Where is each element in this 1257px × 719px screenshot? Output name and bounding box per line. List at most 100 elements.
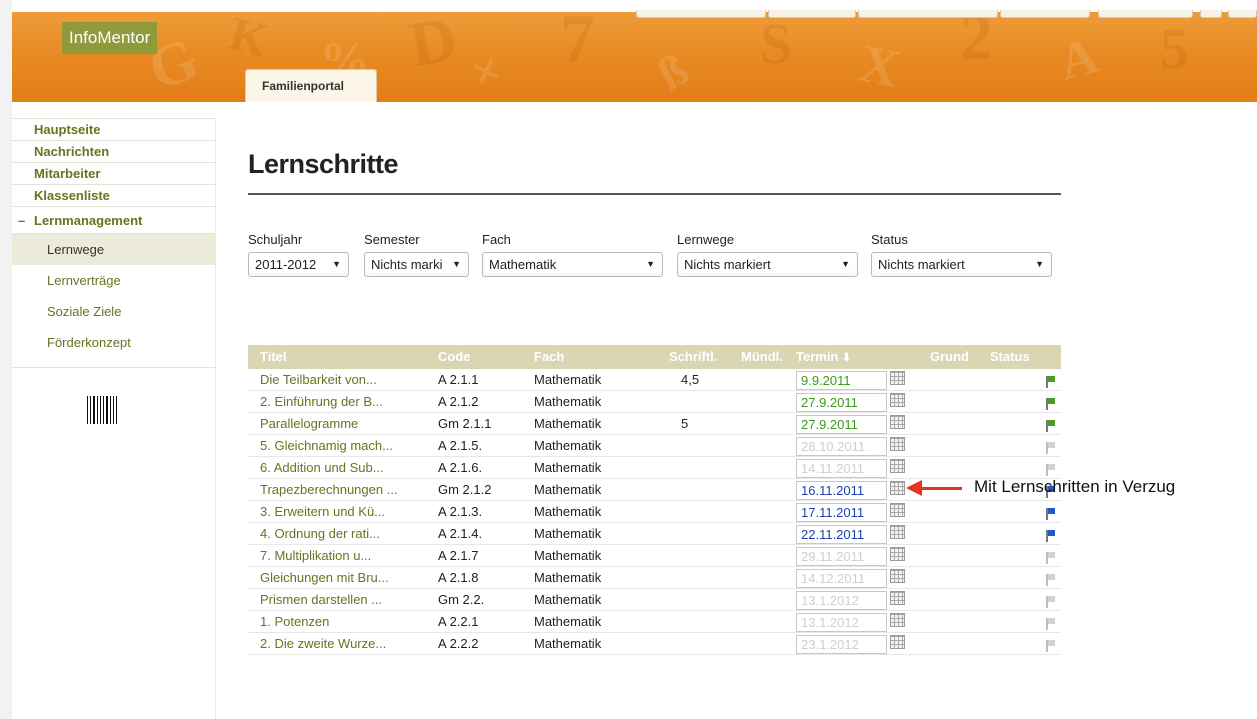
termin-date-input[interactable]: 29.11.2011 [796,547,887,566]
calendar-icon[interactable] [890,635,905,649]
row-titel-link[interactable]: 3. Erweitern und Kü... [260,504,430,519]
row-titel-link[interactable]: 4. Ordnung der rati... [260,526,430,541]
top-menu-tab[interactable] [768,10,856,18]
column-code[interactable]: Code [438,349,471,364]
calendar-icon[interactable] [890,371,905,385]
infomentor-logo[interactable]: InfoMentor [62,22,158,54]
table-row[interactable]: 1. Potenzen A 2.2.1 Mathematik 13.1.2012 [248,611,1061,633]
calendar-icon[interactable] [890,613,905,627]
row-titel-link[interactable]: Trapezberechnungen ... [260,482,430,497]
termin-date-input[interactable]: 23.1.2012 [796,635,887,654]
sidebar-item-mitarbeiter[interactable]: Mitarbeiter [12,163,215,185]
column-termin[interactable]: Termin ⬇ [796,349,851,364]
table-row[interactable]: Prismen darstellen ... Gm 2.2. Mathematik 1… [248,589,1061,611]
termin-date-input[interactable]: 14.12.2011 [796,569,887,588]
top-menu-tab[interactable] [1000,10,1090,18]
status-flag-icon [1046,395,1055,410]
sidebar-section-lernmanagement[interactable]: – Lernmanagement [12,207,215,234]
calendar-icon[interactable] [890,481,905,495]
row-titel-link[interactable]: Prismen darstellen ... [260,592,430,607]
semester-select[interactable]: Nichts marki ▼ [364,252,469,277]
top-menu-tab[interactable] [1200,10,1222,18]
row-code: A 2.1.7 [438,548,479,563]
row-titel-link[interactable]: 7. Multiplikation u... [260,548,430,563]
select-value: Nichts marki [371,257,443,272]
calendar-icon[interactable] [890,569,905,583]
termin-date-input[interactable]: 27.9.2011 [796,393,887,412]
table-row[interactable]: 2. Einführung der B... A 2.1.2 Mathematik 2… [248,391,1061,413]
table-row[interactable]: 3. Erweitern und Kü... A 2.1.3. Mathematik… [248,501,1061,523]
row-code: A 2.2.1 [438,614,479,629]
top-menu-tab[interactable] [1228,10,1257,18]
sidebar-item-klassenliste[interactable]: Klassenliste [12,185,215,207]
table-row[interactable]: Gleichungen mit Bru... A 2.1.8 Mathematik 1… [248,567,1061,589]
column-fach[interactable]: Fach [534,349,564,364]
row-titel-link[interactable]: 6. Addition und Sub... [260,460,430,475]
calendar-icon[interactable] [890,415,905,429]
table-row[interactable]: 7. Multiplikation u... A 2.1.7 Mathematik 2… [248,545,1061,567]
table-row[interactable]: 4. Ordnung der rati... A 2.1.4. Mathematik… [248,523,1061,545]
tab-familienportal[interactable]: Familienportal [245,69,377,102]
row-titel-link[interactable]: Parallelogramme [260,416,430,431]
calendar-icon[interactable] [890,547,905,561]
row-titel-link[interactable]: 2. Die zweite Wurze... [260,636,430,651]
table-row[interactable]: 2. Die zweite Wurze... A 2.2.2 Mathematik 2… [248,633,1061,655]
sidebar-item-soziale-ziele[interactable]: Soziale Ziele [12,296,215,327]
calendar-icon[interactable] [890,503,905,517]
row-titel-link[interactable]: 1. Potenzen [260,614,430,629]
table-row[interactable]: Die Teilbarkeit von... A 2.1.1 Mathematik 4… [248,369,1061,391]
row-titel-link[interactable]: 2. Einführung der B... [260,394,430,409]
column-grund[interactable]: Grund [930,349,969,364]
calendar-icon[interactable] [890,591,905,605]
calendar-icon[interactable] [890,393,905,407]
sidebar-item-hauptseite[interactable]: Hauptseite [12,119,215,141]
row-titel-link[interactable]: Gleichungen mit Bru... [260,570,430,585]
row-fach: Mathematik [534,592,602,607]
table-row[interactable]: Parallelogramme Gm 2.1.1 Mathematik 5 27.9.2… [248,413,1061,435]
termin-date-input[interactable]: 13.1.2012 [796,613,887,632]
column-schriftl[interactable]: Schriftl. [669,349,717,364]
lernwege-select[interactable]: Nichts markiert ▼ [677,252,858,277]
termin-date-input[interactable]: 17.11.2011 [796,503,887,522]
schuljahr-select[interactable]: 2011-2012 ▼ [248,252,349,277]
filter-semester: Semester Nichts marki ▼ [364,232,469,277]
sidebar-item-lernvertraege[interactable]: Lernverträge [12,265,215,296]
row-fach: Mathematik [534,636,602,651]
table-header: Titel Code Fach Schriftl. Mündl. Termin … [248,345,1061,369]
sidebar-item-lernwege[interactable]: Lernwege [12,234,215,265]
termin-date-input[interactable]: 14.11.2011 [796,459,887,478]
minus-icon: – [18,213,26,228]
sidebar: Hauptseite Nachrichten Mitarbeiter Klass… [12,118,215,424]
termin-date-input[interactable]: 28.10.2011 [796,437,887,456]
column-termin-label: Termin [796,349,839,364]
termin-date-input[interactable]: 13.1.2012 [796,591,887,610]
status-select[interactable]: Nichts markiert ▼ [871,252,1052,277]
row-titel-link[interactable]: Die Teilbarkeit von... [260,372,430,387]
fach-select[interactable]: Mathematik ▼ [482,252,663,277]
filter-lernwege: Lernwege Nichts markiert ▼ [677,232,858,277]
calendar-icon[interactable] [890,459,905,473]
top-menu-tab[interactable] [858,10,998,18]
termin-date-input[interactable]: 9.9.2011 [796,371,887,390]
top-menu-tab[interactable] [1098,10,1193,18]
top-menu-tab[interactable] [636,10,766,18]
dropdown-arrow-icon: ▼ [452,259,461,269]
sidebar-item-nachrichten[interactable]: Nachrichten [12,141,215,163]
calendar-icon[interactable] [890,525,905,539]
filter-fach: Fach Mathematik ▼ [482,232,663,277]
column-titel[interactable]: Titel [260,349,430,364]
dropdown-arrow-icon: ▼ [646,259,655,269]
select-value: 2011-2012 [255,257,317,272]
row-fach: Mathematik [534,394,602,409]
row-code: A 2.1.2 [438,394,479,409]
column-status[interactable]: Status [990,349,1030,364]
row-titel-link[interactable]: 5. Gleichnamig mach... [260,438,430,453]
termin-date-input[interactable]: 22.11.2011 [796,525,887,544]
table-row[interactable]: 5. Gleichnamig mach... A 2.1.5. Mathematik… [248,435,1061,457]
termin-date-input[interactable]: 16.11.2011 [796,481,887,500]
calendar-icon[interactable] [890,437,905,451]
sidebar-item-foerderkonzept[interactable]: Förderkonzept [12,327,215,358]
termin-date-input[interactable]: 27.9.2011 [796,415,887,434]
column-muendl[interactable]: Mündl. [741,349,783,364]
status-flag-icon [1046,417,1055,432]
